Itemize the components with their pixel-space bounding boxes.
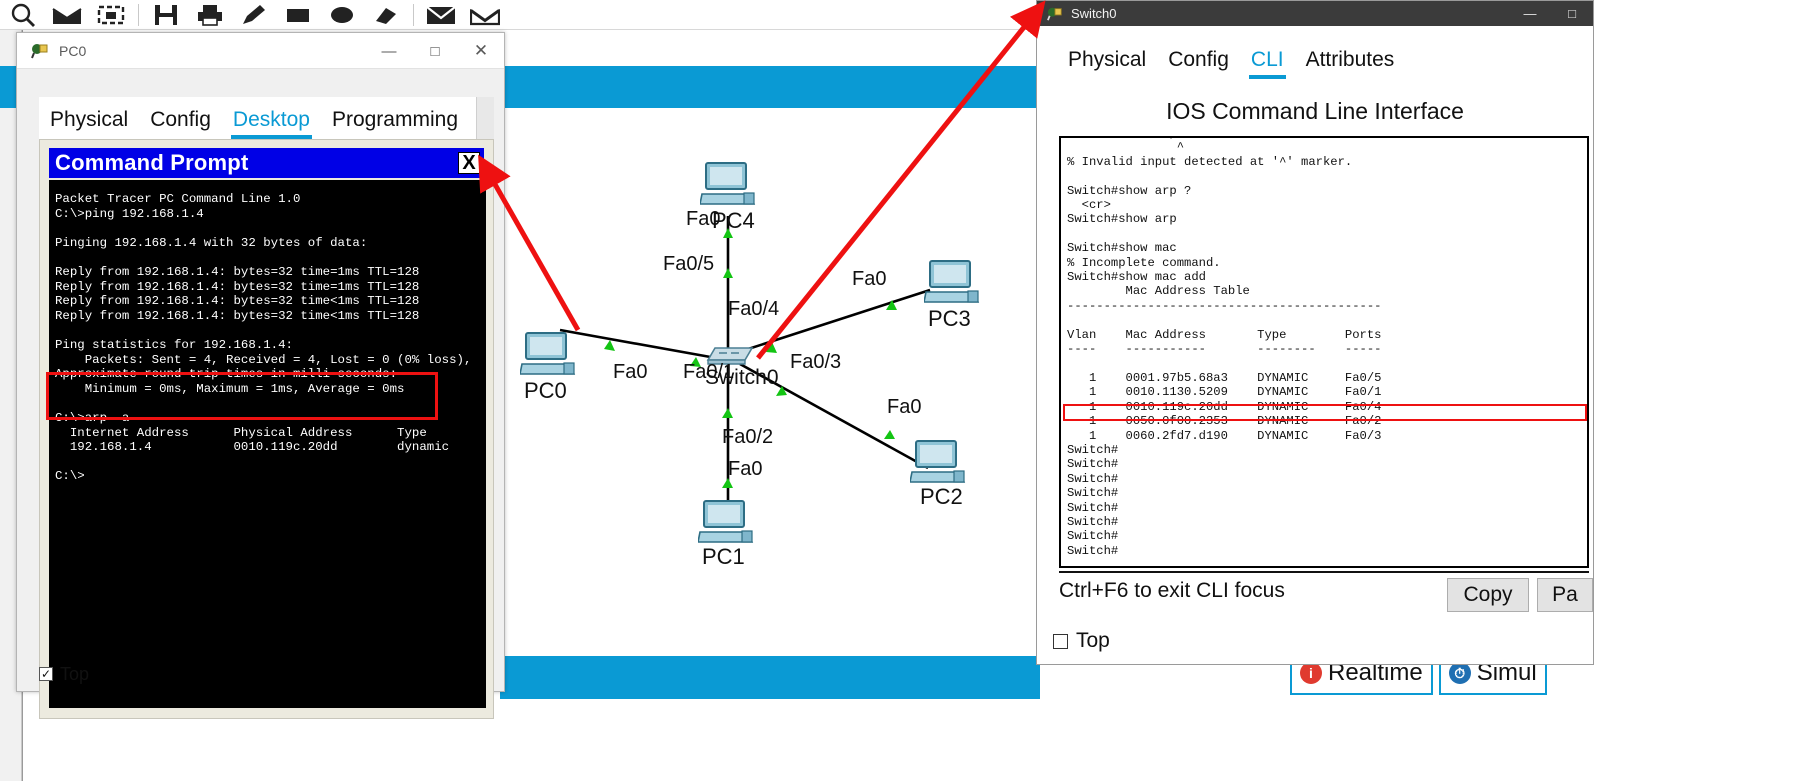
switch0-window-title: Switch0 (1071, 6, 1117, 21)
switch0-titlebar[interactable]: Switch0 — □ (1037, 1, 1593, 26)
pc0-window[interactable]: PC0 — □ ✕ Physical Config Desktop Progra… (16, 32, 505, 692)
topology-node-pc4[interactable] (700, 160, 756, 215)
pc0-window-title: PC0 (59, 43, 86, 59)
port-label-fa02: Fa0/2 (722, 426, 773, 449)
cli-focus-hint: Ctrl+F6 to exit CLI focus (1059, 579, 1285, 603)
switch0-window-controls[interactable]: — □ (1509, 1, 1593, 26)
packet-tracer-device-icon (1043, 6, 1067, 22)
command-prompt-title: Command Prompt (55, 150, 248, 176)
pc0-titlebar[interactable]: PC0 — □ ✕ (17, 33, 504, 69)
cli-console-text: Switch#show arp ? ^ % Invalid input dete… (1067, 136, 1589, 558)
envelope-icon[interactable] (424, 2, 458, 28)
switch0-window[interactable]: Switch0 — □ Physical Config CLI Attribut… (1036, 0, 1594, 665)
minimize-icon[interactable]: — (366, 33, 412, 69)
topology-label-pc0: PC0 (524, 378, 567, 404)
tab-config[interactable]: Config (139, 108, 222, 139)
port-label-pc2-fa0: Fa0 (887, 396, 921, 419)
tab-cli[interactable]: CLI (1240, 48, 1295, 79)
top-checkbox[interactable]: ✓ (39, 667, 53, 681)
stopwatch-icon: ⏱ (1449, 662, 1471, 684)
cli-console[interactable]: Switch#show arp ? ^ % Invalid input dete… (1059, 136, 1589, 568)
clock-icon: i (1300, 662, 1322, 684)
topology-node-pc0[interactable] (520, 330, 576, 385)
paste-button[interactable]: Pa (1537, 578, 1593, 612)
topology-node-pc3[interactable] (924, 258, 980, 313)
tab-programming[interactable]: Programming (321, 108, 469, 139)
port-label-fa01: Fa0/1 (683, 361, 734, 384)
command-prompt-panel: Command Prompt X Packet Tracer PC Comman… (39, 139, 494, 719)
topology-label-pc1: PC1 (702, 544, 745, 570)
toolbar-separator (138, 4, 139, 26)
port-label-pc0-fa0: Fa0 (613, 361, 647, 384)
top-checkbox-label: Top (1076, 629, 1110, 653)
rectangle-tool-icon[interactable] (281, 2, 315, 28)
select-rectangle-icon[interactable] (94, 2, 128, 28)
copy-button[interactable]: Copy (1447, 578, 1529, 612)
pt-blue-banner-bottom (500, 655, 1040, 699)
cli-divider (1059, 571, 1589, 573)
tab-physical[interactable]: Physical (39, 108, 139, 139)
minimize-icon[interactable]: — (1509, 1, 1551, 26)
top-checkbox-label: Top (60, 664, 89, 685)
command-prompt-console[interactable]: Packet Tracer PC Command Line 1.0 C:\>pi… (49, 180, 486, 708)
tabbar-scroll-button[interactable] (476, 97, 494, 139)
envelope-open-icon[interactable] (50, 2, 84, 28)
switch0-window-body: Physical Config CLI Attributes IOS Comma… (1037, 26, 1593, 664)
pc0-window-controls[interactable]: — □ ✕ (366, 33, 504, 69)
maximize-icon[interactable]: □ (1551, 1, 1593, 26)
eraser-icon[interactable] (369, 2, 403, 28)
pc0-top-checkbox-row[interactable]: ✓ Top (39, 661, 494, 687)
ellipse-tool-icon[interactable] (325, 2, 359, 28)
zoom-out-icon[interactable] (6, 2, 40, 28)
port-label-fa05: Fa0/5 (663, 253, 714, 276)
switch0-tabbar[interactable]: Physical Config CLI Attributes (1057, 37, 1405, 79)
maximize-icon[interactable]: □ (412, 33, 458, 69)
network-topology-canvas[interactable]: PC4 PC3 PC0 Switch0 PC2 PC1 Fa0/5 Fa0/4 … (500, 108, 1040, 656)
tab-physical[interactable]: Physical (1057, 48, 1157, 79)
pc0-tabbar[interactable]: Physical Config Desktop Programming (39, 97, 494, 139)
port-label-fa03: Fa0/3 (790, 351, 841, 374)
toolbar-separator-2 (413, 4, 414, 26)
pc0-window-body: Physical Config Desktop Programming Comm… (17, 69, 504, 691)
envelope-outline-icon[interactable] (468, 2, 502, 28)
tab-attributes[interactable]: Attributes (1295, 48, 1406, 79)
topology-label-pc2: PC2 (920, 484, 963, 510)
top-checkbox[interactable] (1053, 634, 1068, 649)
command-prompt-titlebar: Command Prompt X (49, 148, 484, 178)
port-label-pc4-fa0: Fa0 (686, 208, 720, 231)
tab-desktop[interactable]: Desktop (222, 108, 321, 139)
port-label-pc1-fa0: Fa0 (728, 458, 762, 481)
print-icon[interactable] (193, 2, 227, 28)
topology-label-pc3: PC3 (928, 306, 971, 332)
port-label-pc3-fa0: Fa0 (852, 268, 886, 291)
port-label-fa04: Fa0/4 (728, 298, 779, 321)
command-prompt-close-button[interactable]: X (458, 152, 480, 174)
save-icon[interactable] (149, 2, 183, 28)
pencil-icon[interactable] (237, 2, 271, 28)
pt-toolbar (0, 0, 1040, 30)
packet-tracer-device-icon (25, 42, 55, 60)
switch0-top-checkbox-row[interactable]: Top (1053, 629, 1110, 653)
cli-heading: IOS Command Line Interface (1037, 98, 1593, 125)
close-icon[interactable]: ✕ (458, 33, 504, 69)
tab-config[interactable]: Config (1157, 48, 1240, 79)
